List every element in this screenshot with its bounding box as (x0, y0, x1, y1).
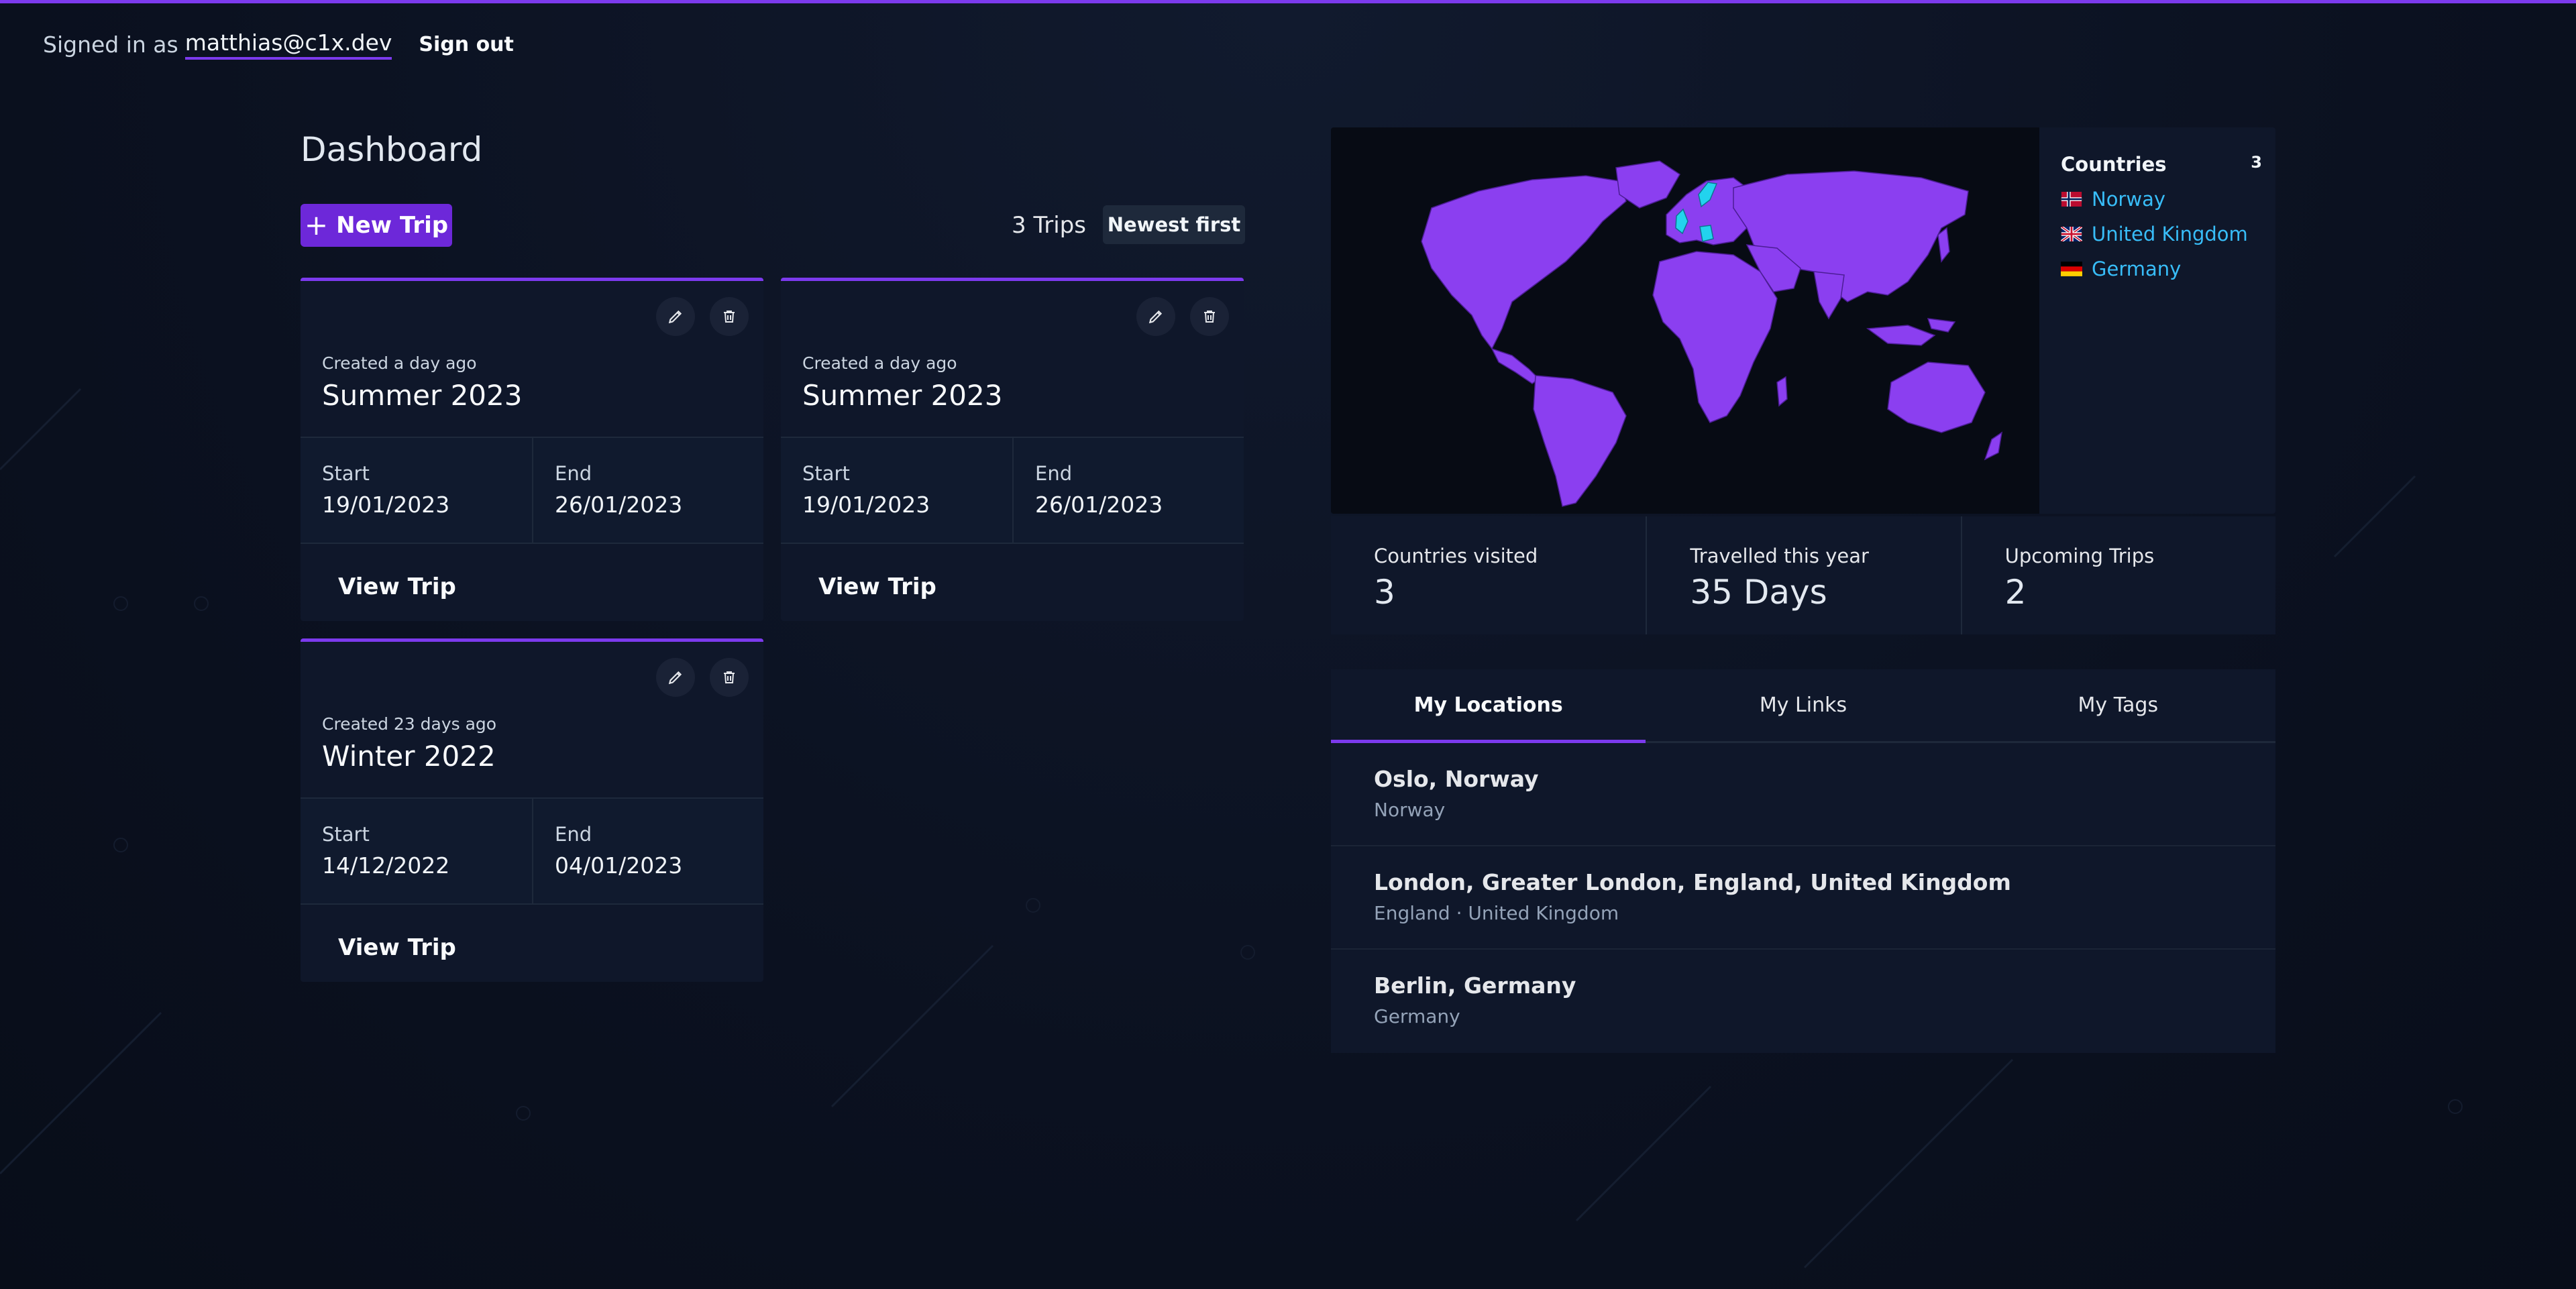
delete-button[interactable] (710, 658, 749, 697)
location-title: London, Greater London, England, United … (1374, 869, 2011, 895)
location-title: Oslo, Norway (1374, 766, 1539, 792)
user-email-link[interactable]: matthias@c1x.dev (184, 30, 392, 60)
page-title: Dashboard (301, 130, 483, 169)
end-date: 26/01/2023 (555, 492, 683, 518)
country-name: United Kingdom (2092, 223, 2248, 245)
trip-card: Created a day ago Summer 2023 Start 19/01… (781, 278, 1244, 621)
trip-card: Created a day ago Summer 2023 Start 19/01… (301, 278, 763, 621)
stat-label: Upcoming Trips (2004, 545, 2155, 567)
location-item[interactable]: Oslo, Norway Norway (1331, 743, 2275, 846)
countries-list: Countries 3 Norway United Kingdom German… (2061, 153, 2262, 280)
end-label: End (555, 462, 592, 485)
trip-created: Created a day ago (802, 353, 957, 373)
start-date: 19/01/2023 (322, 492, 450, 518)
pencil-icon (668, 310, 682, 324)
end-label: End (555, 823, 592, 846)
country-name: Germany (2092, 258, 2182, 280)
signed-in-info: Signed in as matthias@c1x.dev Sign out (43, 30, 514, 60)
tab-my-locations[interactable]: My Locations (1331, 669, 1646, 743)
trip-card: Created 23 days ago Winter 2022 Start 14/… (301, 638, 763, 982)
stats-panel: Countries visited 3 Travelled this year … (1331, 516, 2275, 634)
edit-button[interactable] (1136, 297, 1175, 336)
uk-flag-icon (2061, 227, 2082, 241)
trip-name: Summer 2023 (322, 379, 523, 412)
start-label: Start (802, 462, 850, 485)
stat-value: 3 (1374, 573, 1395, 612)
edit-button[interactable] (656, 658, 695, 697)
pencil-icon (668, 671, 682, 685)
start-date: 14/12/2022 (322, 852, 450, 879)
view-trip-button[interactable]: View Trip (338, 573, 456, 600)
stat-value: 2 (2004, 573, 2027, 612)
trash-icon (724, 311, 735, 323)
location-subtitle: Germany (1374, 1005, 1460, 1027)
view-trip-button[interactable]: View Trip (818, 573, 936, 600)
tab-my-links[interactable]: My Links (1646, 669, 1960, 741)
location-title: Berlin, Germany (1374, 972, 1576, 999)
locations-panel: My Locations My Links My Tags Oslo, Norw… (1331, 669, 2275, 1053)
sort-button[interactable]: Newest first (1103, 205, 1245, 244)
new-trip-button[interactable]: + New Trip (301, 204, 452, 247)
edit-button[interactable] (656, 297, 695, 336)
location-subtitle: England · United Kingdom (1374, 902, 1619, 924)
signed-in-prefix: Signed in as (43, 32, 178, 58)
countries-title: Countries (2061, 153, 2167, 176)
end-date: 04/01/2023 (555, 852, 683, 879)
sign-out-button[interactable]: Sign out (419, 33, 513, 56)
end-date: 26/01/2023 (1035, 492, 1163, 518)
end-label: End (1035, 462, 1073, 485)
view-trip-button[interactable]: View Trip (338, 934, 456, 961)
stat-travelled-this-year: Travelled this year 35 Days (1646, 516, 1960, 634)
delete-button[interactable] (1190, 297, 1229, 336)
trash-icon (1204, 311, 1215, 323)
location-subtitle: Norway (1374, 799, 1446, 821)
tab-my-tags[interactable]: My Tags (1961, 669, 2275, 741)
stat-upcoming-trips: Upcoming Trips 2 (1960, 516, 2275, 634)
trip-count: 3 Trips (1012, 212, 1086, 239)
countries-count: 3 (2251, 153, 2262, 172)
trip-created: Created 23 days ago (322, 714, 497, 734)
tab-bar: My Locations My Links My Tags (1331, 669, 2275, 743)
country-name: Norway (2092, 188, 2166, 211)
world-map[interactable] (1331, 127, 2039, 514)
delete-button[interactable] (710, 297, 749, 336)
map-panel: Countries 3 Norway United Kingdom German… (1331, 127, 2275, 514)
location-item[interactable]: London, Greater London, England, United … (1331, 846, 2275, 950)
stat-value: 35 Days (1690, 573, 1827, 612)
country-item-united-kingdom[interactable]: United Kingdom (2061, 223, 2262, 245)
trash-icon (724, 671, 735, 683)
new-trip-label: New Trip (336, 212, 449, 239)
start-date: 19/01/2023 (802, 492, 930, 518)
germany-flag-icon (2061, 262, 2082, 276)
plus-icon: + (304, 209, 329, 241)
pencil-icon (1148, 310, 1163, 324)
norway-flag-icon (2061, 192, 2082, 207)
trip-created: Created a day ago (322, 353, 477, 373)
country-item-norway[interactable]: Norway (2061, 188, 2262, 211)
location-item[interactable]: Berlin, Germany Germany (1331, 950, 2275, 1053)
trip-name: Summer 2023 (802, 379, 1003, 412)
start-label: Start (322, 823, 370, 846)
stat-label: Travelled this year (1690, 545, 1869, 567)
top-accent-line (0, 0, 2576, 3)
stat-countries-visited: Countries visited 3 (1331, 516, 1646, 634)
stat-label: Countries visited (1374, 545, 1538, 567)
start-label: Start (322, 462, 370, 485)
trip-name: Winter 2022 (322, 740, 496, 773)
country-item-germany[interactable]: Germany (2061, 258, 2262, 280)
